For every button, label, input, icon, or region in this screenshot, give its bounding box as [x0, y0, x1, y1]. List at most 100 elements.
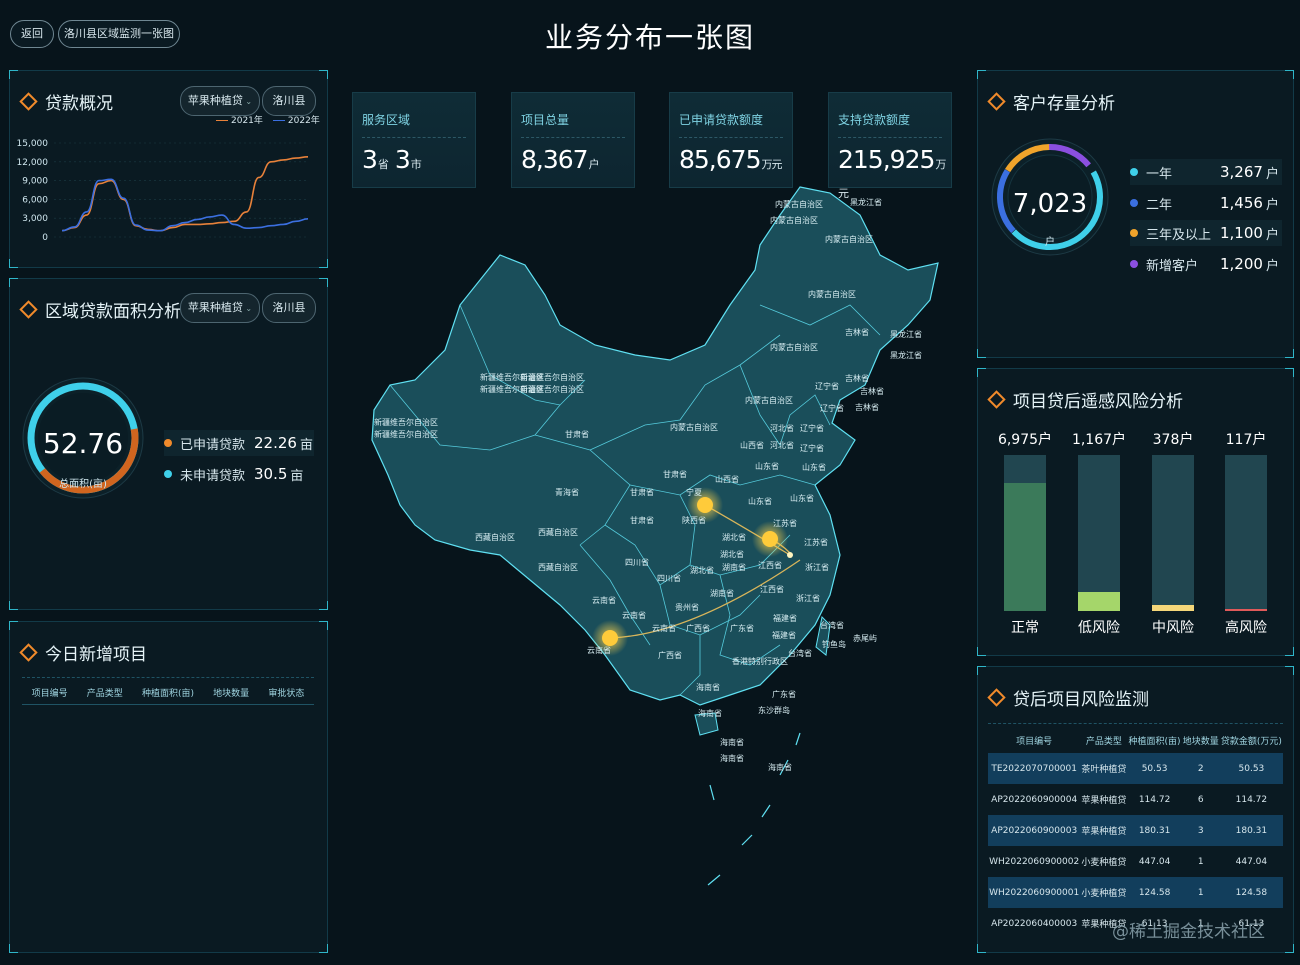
map-marker[interactable] [762, 531, 778, 547]
table-row[interactable]: AP2022060900003 苹果种植贷 180.31 3 180.31 [988, 815, 1283, 846]
county-select[interactable]: 洛川县 [262, 293, 316, 323]
map-region-label: 黑龙江省 [890, 329, 922, 339]
map-region-label: 内蒙古自治区 [808, 289, 856, 299]
map-region-label: 吉林省 [855, 402, 879, 412]
map-region-label: 新疆维吾尔自治区 [374, 429, 438, 439]
stat-service-area: 服务区域 3省 3市 [352, 92, 476, 188]
map-region-label: 江西省 [758, 560, 782, 570]
map-region-label: 山西省 [715, 474, 739, 484]
series-line-2021年 [61, 155, 309, 232]
map-region-label: 山东省 [802, 462, 826, 472]
y-tick-label: 0 [42, 233, 48, 243]
table-header: 项目编号 产品类型 种植面积(亩) 地块数量 贷款金额(万元) [1016, 736, 1282, 747]
map-region-label: 江苏省 [773, 518, 797, 528]
map-region-label: 陕西省 [682, 515, 706, 525]
map-region-label: 内蒙古自治区 [670, 422, 718, 432]
map-region-label: 内蒙古自治区 [825, 234, 873, 244]
loan-overview-panel: 贷款概况 苹果种植贷 ⌄ 洛川县 2021年 2022年 15,000 12,00… [9, 70, 328, 268]
map-region-label: 云南省 [587, 645, 611, 655]
map-region-label: 新疆维吾尔自治区 [520, 372, 584, 382]
map-region-label: 海南省 [768, 762, 792, 772]
customer-stock-panel: 客户存量分析 7,023 户 一年 3,267 户 二年 1,456 户 三年及以上 1,… [977, 70, 1294, 358]
map-region-label: 吉林省 [845, 373, 869, 383]
map-region-label: 江西省 [760, 584, 784, 594]
china-map[interactable]: 内蒙古自治区内蒙古自治区黑龙江省内蒙古自治区内蒙古自治区吉林省 黑龙江省黑龙江省内… [360, 185, 950, 940]
map-region-label: 福建省 [772, 630, 796, 640]
risk-bar-fill [1225, 609, 1267, 611]
table-row[interactable]: AP2022060900004 苹果种植贷 114.72 6 114.72 [988, 784, 1283, 815]
map-region-label: 黑龙江省 [850, 197, 882, 207]
stat-applied-amount: 已申请贷款额度 85,675万元 [669, 92, 793, 188]
risk-monitor-title: 贷后项目风险监测 [987, 685, 1149, 710]
table-row[interactable]: WH2022060900001 小麦种植贷 124.58 1 124.58 [988, 877, 1283, 908]
area-analysis-title: 区域贷款面积分析 [19, 297, 181, 322]
map-region-label: 湖南省 [722, 562, 746, 572]
risk-bar-track [1152, 455, 1194, 611]
map-region-label: 黑龙江省 [890, 350, 922, 360]
map-region-label: 台湾省 [820, 620, 844, 630]
map-endpoint [787, 552, 793, 558]
series-line-2022年 [61, 178, 309, 232]
table-row[interactable]: TE2022070700001 茶叶种植贷 50.53 2 50.53 [988, 753, 1283, 784]
map-region-label: 湖北省 [722, 532, 746, 542]
risk-bar-fill [1152, 605, 1194, 611]
map-region-label: 青海省 [555, 487, 579, 497]
map-region-label: 内蒙古自治区 [770, 342, 818, 352]
county-select[interactable]: 洛川县 [262, 86, 316, 116]
map-region-label: 香港特别行政区 [732, 656, 788, 666]
map-region-label: 西藏自治区 [475, 532, 515, 542]
map-region-label: 甘肃省 [630, 515, 654, 525]
risk-analysis-panel: 项目贷后遥感风险分析 6,975户 正常 1,167户 低风险 378户 中风险 117户高… [977, 368, 1294, 656]
risk-bar-value: 378户 [1152, 432, 1194, 448]
map-region-label: 浙江省 [805, 562, 829, 572]
map-region-label: 甘肃省 [565, 429, 589, 439]
map-region-label: 广西省 [658, 650, 682, 660]
map-region-label: 广东省 [730, 623, 754, 633]
risk-bar-value: 117户 [1225, 432, 1267, 448]
map-region-label: 云南省 [592, 595, 616, 605]
map-region-label: 湖北省 [690, 565, 714, 575]
map-region-label: 海南省 [696, 682, 720, 692]
map-region-label: 内蒙古自治区 [775, 199, 823, 209]
map-region-label: 内蒙古自治区 [770, 215, 818, 225]
stat-support-amount: 支持贷款额度 215,925万元 [828, 92, 952, 200]
map-region-label: 广西省 [686, 623, 710, 633]
today-projects-panel: 今日新增项目 项目编号 产品类型 种植面积(亩) 地块数量 审批状态 [9, 621, 328, 953]
chevron-down-icon: ⌄ [242, 304, 253, 313]
y-tick-label: 3,000 [22, 214, 48, 224]
diamond-icon [19, 643, 38, 662]
map-region-label: 山东省 [790, 493, 814, 503]
chart-legend: 2021年 2022年 [216, 113, 320, 126]
map-region-label: 湖南省 [710, 588, 734, 598]
map-region-label: 甘肃省 [663, 469, 687, 479]
risk-monitor-table: 项目编号 产品类型 种植面积(亩) 地块数量 贷款金额(万元) TE2022070700… [988, 727, 1283, 939]
map-region-label: 四川省 [625, 557, 649, 567]
table-row[interactable]: WH2022060900002 小麦种植贷 447.04 1 447.04 [988, 846, 1283, 877]
product-select[interactable]: 苹果种植贷 ⌄ [180, 293, 260, 323]
map-region-label: 钓鱼岛 [822, 639, 846, 649]
map-region-label: 辽宁省 [815, 381, 839, 391]
risk-bar-fill [1004, 483, 1046, 611]
map-region-label: 山东省 [755, 461, 779, 471]
legend-2021: 2021年 [231, 116, 263, 126]
map-region-label: 湖北省 [720, 549, 744, 559]
today-projects-title: 今日新增项目 [19, 640, 147, 665]
page-title: 业务分布一张图 [544, 21, 755, 54]
legend-one-year: 一年 3,267 户 [1130, 159, 1282, 185]
area-analysis-panel: 区域贷款面积分析 苹果种植贷 ⌄ 洛川县 52.76 总面积(亩) 已申请贷款 2… [9, 278, 328, 610]
risk-bar-label: 正常 [1011, 620, 1039, 636]
map-region-label: 西藏自治区 [538, 562, 578, 572]
map-region-label: 辽宁省 [800, 423, 824, 433]
map-marker[interactable] [697, 497, 713, 513]
map-marker[interactable] [602, 630, 618, 646]
customer-stock-title: 客户存量分析 [987, 89, 1115, 114]
risk-bar-label: 高风险 [1225, 620, 1267, 636]
legend-new-customers: 新增客户 1,200 户 [1130, 251, 1282, 277]
map-region-label: 赤尾屿 [853, 634, 877, 643]
product-select[interactable]: 苹果种植贷 ⌄ [180, 86, 260, 116]
customer-total: 7,023 [1012, 189, 1088, 219]
map-region-label: 山西省 [740, 440, 764, 450]
y-tick-label: 15,000 [17, 139, 49, 149]
map-region-label: 云南省 [652, 623, 676, 633]
map-region-label: 云南省 [622, 610, 646, 620]
